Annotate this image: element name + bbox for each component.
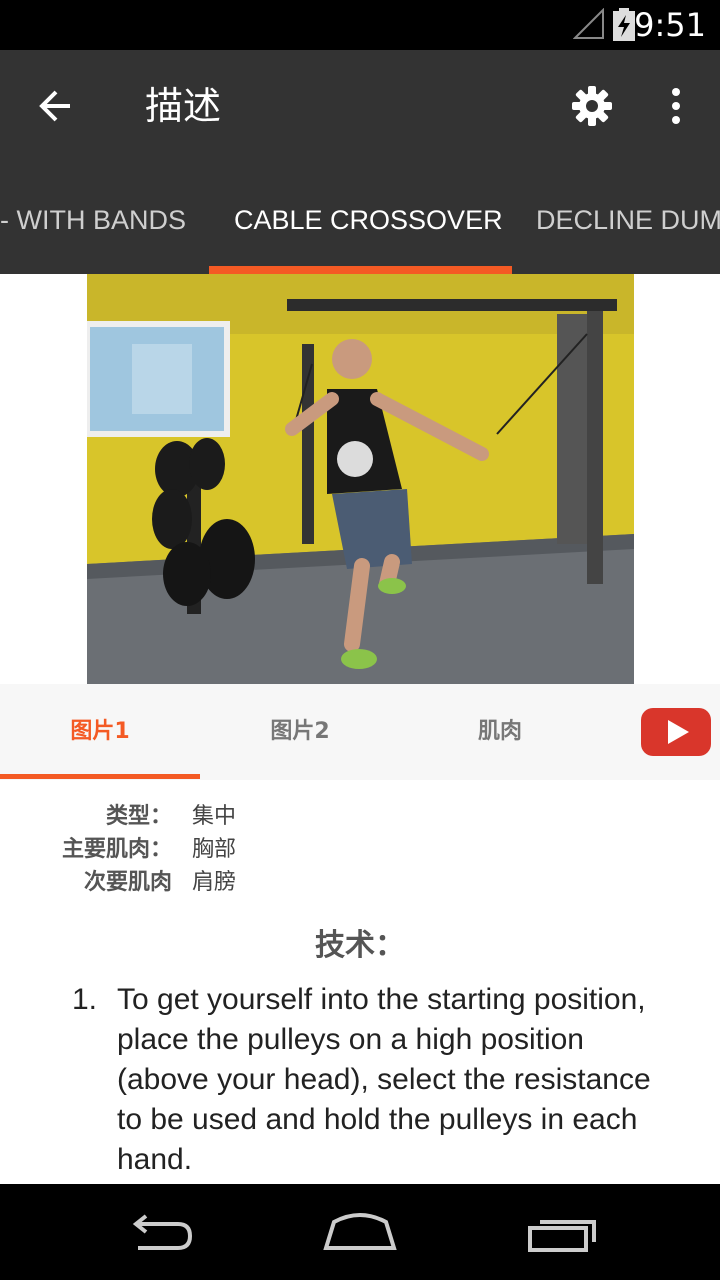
gear-icon[interactable] <box>566 80 618 132</box>
step-text: To get yourself into the starting positi… <box>117 983 651 1176</box>
subtab-indicator <box>0 774 200 779</box>
subtab-image-1[interactable]: 图片1 <box>0 684 200 780</box>
secondary-muscle-value: 肩膀 <box>192 870 237 895</box>
primary-muscle-label: 主要肌肉： <box>61 837 172 862</box>
technique-title: 技术： <box>315 928 405 963</box>
status-bar: 9:51 <box>0 0 720 50</box>
type-label: 类型： <box>105 804 172 829</box>
info-row-primary: 主要肌肉： 胸部 <box>0 833 720 867</box>
type-value: 集中 <box>192 804 237 829</box>
step-number: 1. <box>72 983 98 1016</box>
tab-cable-crossover[interactable]: CABLE CROSSOVER <box>234 190 503 274</box>
tab-with-bands[interactable]: - WITH BANDS <box>0 190 186 274</box>
nav-back-icon[interactable] <box>120 1202 200 1262</box>
youtube-icon[interactable] <box>641 708 711 756</box>
tab-indicator <box>209 266 512 274</box>
nav-recents-icon[interactable] <box>522 1202 602 1262</box>
exercise-tabs: - WITH BANDS CABLE CROSSOVER DECLINE DUM <box>0 190 720 274</box>
media-subtabs: 图片1 图片2 肌肉 <box>0 684 720 780</box>
subtab-image-2[interactable]: 图片2 <box>200 684 400 780</box>
arrow-back-icon[interactable] <box>30 80 82 132</box>
app-bar: 描述 - WITH BANDS CABLE CROSSOVER DECLINE … <box>0 50 720 274</box>
secondary-muscle-label: 次要肌肉 <box>83 870 172 895</box>
signal-icon <box>573 8 604 39</box>
info-row-secondary: 次要肌肉 肩膀 <box>0 866 720 900</box>
nav-home-icon[interactable] <box>320 1202 400 1262</box>
info-row-type: 类型： 集中 <box>0 800 720 834</box>
subtab-muscles[interactable]: 肌肉 <box>400 684 600 780</box>
exercise-photo <box>87 274 634 684</box>
page-title: 描述 <box>145 84 222 128</box>
primary-muscle-value: 胸部 <box>192 837 237 862</box>
more-vert-icon[interactable] <box>656 80 696 132</box>
navigation-bar <box>0 1184 720 1280</box>
clock: 9:51 <box>634 6 706 44</box>
tab-decline-dum[interactable]: DECLINE DUM <box>536 190 720 274</box>
battery-charging-icon <box>613 8 635 41</box>
